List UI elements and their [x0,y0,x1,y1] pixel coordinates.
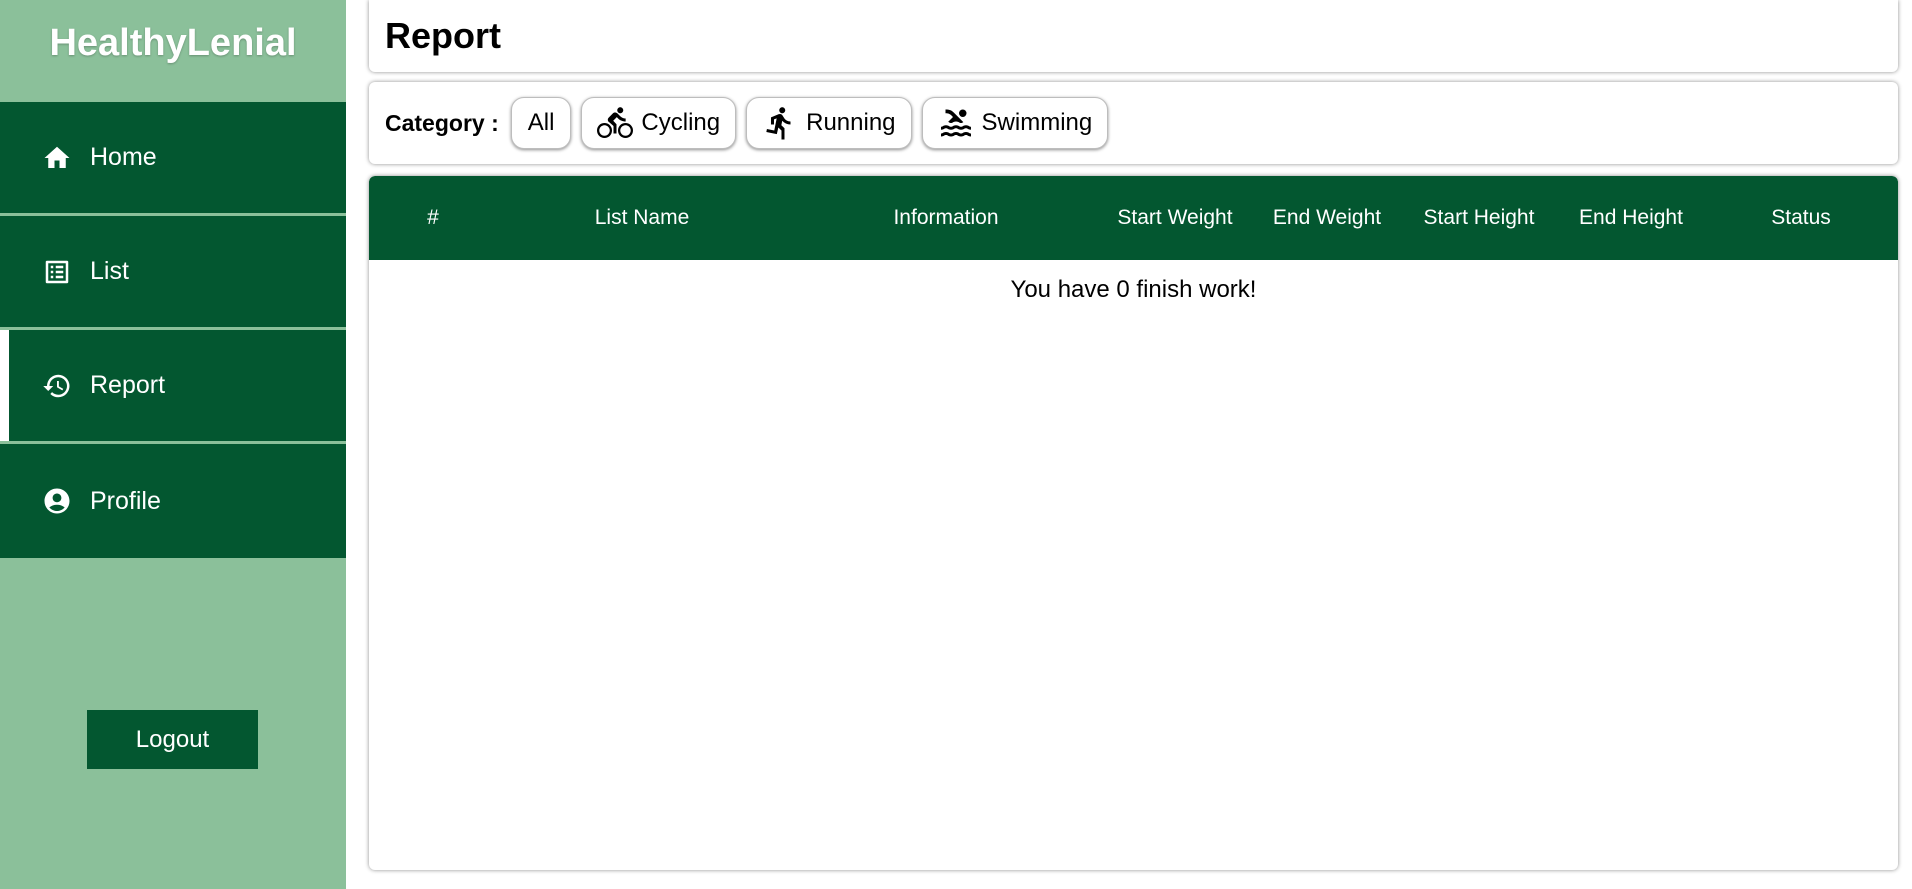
chip-label: Running [806,109,896,136]
run-icon [766,107,791,140]
sidebar-item-label: Report [90,371,166,399]
sidebar-item-label: List [90,257,129,285]
category-chip-cycling[interactable]: Cycling [581,97,737,149]
column-header: # [427,206,439,229]
column-header: List Name [594,206,690,229]
page-header: Report [369,0,1898,72]
sidebar-item-home[interactable]: Home [0,102,346,216]
empty-state-message: You have 0 finish work! [1010,276,1257,303]
column-header: Information [893,206,999,229]
category-chip-running[interactable]: Running [746,97,912,149]
sidebar-item-list[interactable]: List [0,216,346,330]
chip-label: All [527,109,555,136]
category-chip-swimming[interactable]: Swimming [921,97,1109,149]
chip-label: Cycling [641,109,721,136]
category-chip-all[interactable]: All [510,97,572,149]
report-table: # List Name Information Start Weight End… [369,176,1898,870]
sidebar-item-profile[interactable]: Profile [0,444,346,558]
sidebar-item-label: Home [90,143,157,171]
history-icon [42,371,72,401]
category-filter: Category : All Cycling Running Swimming [369,82,1898,164]
column-header: Start Height [1423,206,1535,229]
sidebar: HealthyLenial Home List Report Profile L… [0,0,346,889]
bike-icon [597,107,634,138]
sidebar-item-label: Profile [90,486,161,515]
swim-icon [940,109,971,137]
column-header: End Height [1579,206,1683,229]
column-header: End Weight [1272,206,1382,229]
list-icon [42,257,72,287]
account-circle-icon [42,486,72,516]
brand-logo: HealthyLenial [49,21,297,64]
home-icon [42,143,72,173]
chip-label: Swimming [981,109,1093,136]
column-header: Status [1771,206,1831,229]
category-label: Category : [385,109,499,136]
sidebar-item-report[interactable]: Report [0,330,346,444]
page-title: Report [385,15,501,56]
table-header: # List Name Information Start Weight End… [369,176,1898,260]
logout-button[interactable]: Logout [87,710,258,769]
column-header: Start Weight [1117,206,1233,229]
